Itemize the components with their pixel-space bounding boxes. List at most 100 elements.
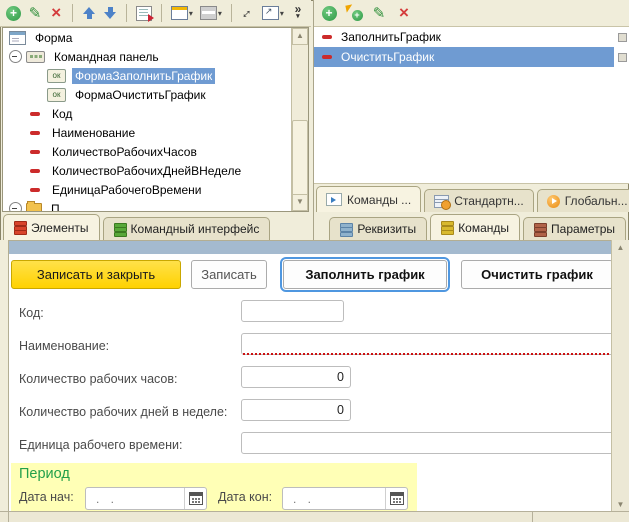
scroll-down-icon[interactable]: ▼ bbox=[292, 194, 308, 211]
tree-item-clear-schedule-button[interactable]: ок ФормаОчиститьГрафик bbox=[3, 85, 308, 104]
add-standard-icon[interactable]: + bbox=[345, 4, 363, 22]
collapse-icon[interactable] bbox=[9, 50, 22, 63]
form-elements-panel: + ✎ × ▾ ▾ ↕ ▾ »▾ Форма Командная п bbox=[0, 0, 311, 240]
tree-item-code[interactable]: Код bbox=[3, 104, 308, 123]
delete-icon[interactable]: × bbox=[395, 4, 413, 22]
grouping-icon[interactable]: ▾ bbox=[200, 4, 222, 22]
working-days-input[interactable]: 0 bbox=[241, 399, 351, 421]
form-dialog-icon[interactable]: ▾ bbox=[171, 4, 193, 22]
tree-item-time-unit[interactable]: ЕдиницаРабочегоВремени bbox=[3, 180, 308, 199]
date-from-input[interactable]: . . bbox=[85, 487, 207, 510]
field-icon bbox=[30, 150, 40, 154]
time-unit-input[interactable] bbox=[241, 432, 612, 454]
commands-toolbar: + + ✎ × bbox=[314, 0, 629, 27]
add-icon[interactable]: + bbox=[320, 4, 338, 22]
command-bar-icon bbox=[26, 51, 45, 63]
toolbar-separator bbox=[161, 4, 162, 22]
tab-attributes[interactable]: Реквизиты bbox=[329, 217, 427, 240]
date-to-input[interactable]: . . bbox=[282, 487, 408, 510]
code-input[interactable] bbox=[241, 300, 344, 322]
tab-standard-commands[interactable]: Стандартн... bbox=[424, 189, 534, 212]
scroll-up-icon[interactable]: ▲ bbox=[292, 28, 308, 45]
elements-icon bbox=[14, 221, 25, 234]
horizontal-scrollbar[interactable] bbox=[0, 511, 629, 522]
field-icon bbox=[30, 188, 40, 192]
folder-icon bbox=[26, 203, 42, 213]
use-checkbox[interactable] bbox=[618, 33, 627, 42]
commands-panel: + + ✎ × ЗаполнитьГрафик ОчиститьГрафик К… bbox=[313, 0, 629, 240]
working-hours-label: Количество рабочих часов: bbox=[19, 367, 177, 391]
elements-toolbar: + ✎ × ▾ ▾ ↕ ▾ »▾ bbox=[0, 0, 311, 27]
date-to-label: Дата кон: bbox=[218, 490, 272, 504]
form-button-row: Записать и закрыть Записать Заполнить гр… bbox=[11, 260, 612, 289]
standard-commands-icon bbox=[434, 195, 449, 208]
save-button[interactable]: Записать bbox=[191, 260, 267, 289]
tree-item-fill-schedule-button[interactable]: ок ФормаЗаполнитьГрафик bbox=[3, 66, 308, 85]
fill-schedule-button[interactable]: Заполнить график bbox=[283, 260, 447, 289]
clear-schedule-button[interactable]: Очистить график bbox=[461, 260, 612, 289]
preview-icon[interactable]: ▾ bbox=[262, 4, 284, 22]
period-group: Период Дата нач: . . Дата кон: . . bbox=[11, 463, 417, 512]
calendar-icon[interactable] bbox=[184, 488, 206, 509]
code-label: Код: bbox=[19, 301, 44, 325]
tree-item-command-bar[interactable]: Командная панель bbox=[3, 47, 308, 66]
swap-icon[interactable]: ↕ bbox=[241, 4, 255, 22]
ok-button-icon: ок bbox=[47, 69, 66, 83]
scrollbar-divider bbox=[532, 512, 533, 522]
list-item[interactable]: ЗаполнитьГрафик bbox=[314, 27, 614, 47]
working-hours-input[interactable]: 0 bbox=[241, 366, 351, 388]
list-item[interactable]: ОчиститьГрафик bbox=[314, 47, 614, 67]
tab-parameters[interactable]: Параметры bbox=[523, 217, 626, 240]
tree-scrollbar[interactable]: ▲ ▼ bbox=[291, 28, 308, 211]
field-icon bbox=[322, 55, 332, 59]
form-icon bbox=[9, 31, 26, 45]
name-label: Наименование: bbox=[19, 334, 109, 358]
toolbar-separator bbox=[126, 4, 127, 22]
ok-button-icon: ок bbox=[47, 88, 66, 102]
overflow-chevron-icon[interactable]: »▾ bbox=[291, 4, 305, 22]
edit-icon[interactable]: ✎ bbox=[28, 4, 42, 22]
scroll-up-icon[interactable]: ▲ bbox=[612, 243, 629, 252]
working-days-label: Количество рабочих дней в неделе: bbox=[19, 400, 227, 424]
use-checkbox[interactable] bbox=[618, 53, 627, 62]
form-title-bar bbox=[9, 241, 612, 254]
parameters-icon bbox=[534, 223, 545, 236]
delete-icon[interactable]: × bbox=[49, 4, 63, 22]
move-down-icon[interactable] bbox=[103, 4, 117, 22]
period-title: Период bbox=[19, 466, 70, 482]
commands-list: ЗаполнитьГрафик ОчиститьГрафик bbox=[314, 27, 629, 184]
add-icon[interactable]: + bbox=[6, 4, 21, 22]
tree-item-name[interactable]: Наименование bbox=[3, 123, 308, 142]
configurator-window: + ✎ × ▾ ▾ ↕ ▾ »▾ Форма Командная п bbox=[0, 0, 629, 522]
tab-form-commands[interactable]: Команды ... bbox=[316, 186, 421, 212]
move-up-icon[interactable] bbox=[82, 4, 96, 22]
tree-item-working-days[interactable]: КоличествоРабочихДнейВНеделе bbox=[3, 161, 308, 180]
tab-elements[interactable]: Элементы bbox=[3, 214, 100, 240]
scroll-down-icon[interactable]: ▼ bbox=[612, 500, 629, 509]
field-icon bbox=[322, 35, 332, 39]
tree-item-form[interactable]: Форма bbox=[3, 28, 308, 47]
edit-icon[interactable]: ✎ bbox=[370, 4, 388, 22]
scrollbar-thumb[interactable] bbox=[292, 120, 308, 198]
commands-icon bbox=[441, 221, 452, 234]
tree-item-working-hours[interactable]: КоличествоРабочихЧасов bbox=[3, 142, 308, 161]
save-and-close-button[interactable]: Записать и закрыть bbox=[11, 260, 181, 289]
commands-subtabs: Команды ... Стандартн... Глобальн... bbox=[316, 183, 629, 212]
form-commands-icon bbox=[326, 193, 342, 206]
time-unit-label: Единица рабочего времени: bbox=[19, 433, 182, 457]
field-icon bbox=[30, 112, 40, 116]
tab-command-interface[interactable]: Командный интерфейс bbox=[103, 217, 271, 240]
field-icon bbox=[30, 169, 40, 173]
field-icon bbox=[30, 131, 40, 135]
name-input[interactable] bbox=[241, 333, 612, 355]
form-canvas: Записать и закрыть Записать Заполнить гр… bbox=[8, 240, 612, 512]
check-elements-icon[interactable] bbox=[136, 4, 152, 22]
form-scrollbar[interactable]: ▲ ▼ bbox=[611, 240, 629, 512]
panel-tab-strip: Элементы Командный интерфейс Реквизиты К… bbox=[0, 212, 629, 240]
tab-global-commands[interactable]: Глобальн... bbox=[537, 189, 629, 212]
tab-commands[interactable]: Команды bbox=[430, 214, 520, 240]
calendar-icon[interactable] bbox=[385, 488, 407, 509]
elements-tree: Форма Командная панель ок ФормаЗаполнить… bbox=[2, 27, 309, 212]
collapse-icon[interactable] bbox=[9, 202, 22, 212]
tree-item-period-group[interactable]: П bbox=[3, 199, 308, 212]
